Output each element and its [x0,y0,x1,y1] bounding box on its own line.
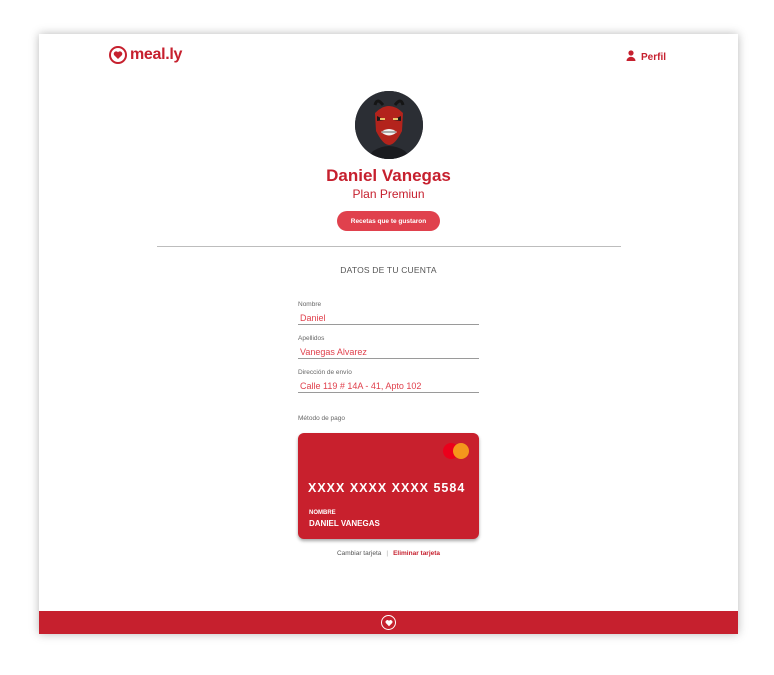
heart-logo-icon[interactable] [381,615,396,630]
address-field: Dirección de envío [298,369,479,393]
change-card-link[interactable]: Cambiar tarjeta [337,550,381,557]
footer [39,611,738,634]
last-name-field: Apellidos [298,335,479,359]
last-name-label: Apellidos [298,335,325,342]
user-icon [626,48,636,66]
card-number: XXXX XXXX XXXX 5584 [308,481,466,495]
heart-logo-icon [109,46,127,64]
card-actions: Cambiar tarjeta | Eliminar tarjeta [39,550,738,557]
address-input[interactable] [298,379,479,393]
first-name-input[interactable] [298,311,479,325]
section-title: DATOS DE TU CUENTA [340,265,437,275]
profile-link[interactable]: Perfil [626,48,666,66]
divider [157,246,621,247]
delete-card-link[interactable]: Eliminar tarjeta [393,550,440,557]
card-holder-name: DANIEL VANEGAS [309,519,380,528]
last-name-input[interactable] [298,345,479,359]
payment-method-label: Método de pago [298,415,345,422]
first-name-field: Nombre [298,301,479,325]
address-label: Dirección de envío [298,369,352,376]
mealy-logo[interactable]: meal.ly [109,46,182,64]
avatar [355,91,423,159]
card-holder-label: NOMBRE [309,510,336,516]
profile-label: Perfil [641,51,667,63]
mastercard-icon [443,443,469,459]
liked-recipes-button[interactable]: Recetas que te gustaron [337,211,440,231]
user-name: Daniel Vanegas [326,166,451,185]
app-window: meal.ly Perfil Daniel Vanegas Plan Premi… [39,34,738,634]
actions-separator: | [386,550,389,557]
credit-card[interactable]: XXXX XXXX XXXX 5584 NOMBRE DANIEL VANEGA… [298,433,479,539]
logo-text: meal.ly [130,46,183,63]
user-plan: Plan Premiun [352,187,425,201]
first-name-label: Nombre [298,301,322,308]
